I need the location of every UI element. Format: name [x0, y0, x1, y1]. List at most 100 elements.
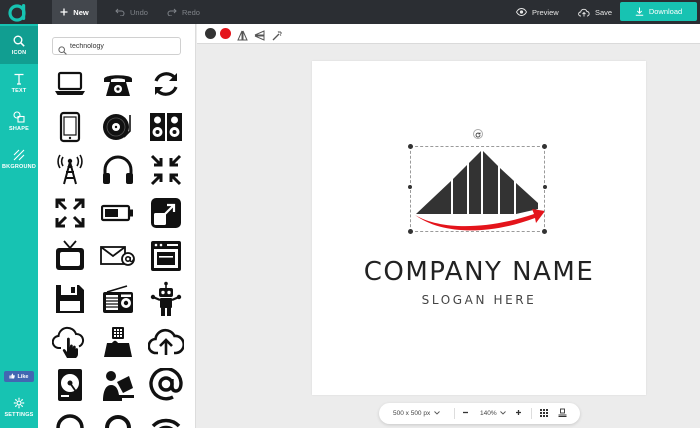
redo-icon	[167, 8, 177, 16]
zoom-in-button[interactable]	[515, 403, 522, 424]
like-label: Like	[17, 373, 29, 380]
resize-handle-bottom-left[interactable]	[408, 229, 413, 234]
search-input[interactable]	[70, 40, 175, 52]
rail-item-background[interactable]: BKGROUND	[0, 140, 38, 178]
bottom-bar: 500 x 500 px 140%	[379, 403, 580, 424]
battery-icon[interactable]	[96, 193, 140, 233]
oven-icon[interactable]	[144, 236, 188, 276]
floppy-disk-icon[interactable]	[48, 279, 92, 319]
shape-icon	[13, 110, 25, 123]
collapse-arrows-icon[interactable]	[144, 150, 188, 190]
save-button[interactable]: Save	[578, 0, 612, 24]
rail-item-text[interactable]: TEXT	[0, 64, 38, 102]
preview-button[interactable]: Preview	[516, 0, 559, 24]
cloud-touch-icon[interactable]	[48, 322, 92, 362]
rail-item-label: SETTINGS	[4, 411, 34, 418]
rail-item-label: SHAPE	[9, 125, 29, 132]
circle-icon[interactable]	[48, 408, 92, 428]
new-button[interactable]: New	[52, 0, 97, 24]
hard-drive-icon[interactable]	[48, 365, 92, 405]
radio-icon[interactable]	[96, 279, 140, 319]
turntable-icon[interactable]	[96, 107, 140, 147]
resize-handle-left[interactable]	[408, 185, 412, 189]
company-name-text[interactable]: COMPANY NAME	[312, 257, 646, 287]
canvas-toolbar	[197, 24, 700, 44]
rail-item-shape[interactable]: SHAPE	[0, 102, 38, 140]
text-icon	[13, 73, 25, 85]
selection-box[interactable]	[408, 144, 547, 234]
retro-tv-icon[interactable]	[48, 236, 92, 276]
plus-icon	[515, 409, 522, 418]
resize-icon[interactable]	[144, 193, 188, 233]
download-icon	[635, 7, 644, 16]
wifi-icon[interactable]	[144, 408, 188, 428]
grid-icon	[540, 408, 548, 419]
speakers-icon[interactable]	[144, 107, 188, 147]
background-icon	[13, 149, 25, 161]
laptop-icon[interactable]	[48, 64, 92, 104]
preview-label: Preview	[532, 7, 559, 17]
search-icon	[58, 42, 67, 60]
zoom-level-label: 140%	[480, 410, 497, 417]
email-icon[interactable]	[96, 236, 140, 276]
person-computer-icon[interactable]	[96, 365, 140, 405]
divider	[531, 408, 532, 419]
signal-tower-icon[interactable]	[48, 150, 92, 190]
zoom-out-button[interactable]	[462, 403, 469, 424]
eye-icon	[516, 8, 527, 16]
cloud-upload-icon	[578, 8, 590, 17]
telephone-icon[interactable]	[96, 64, 140, 104]
refresh-icon[interactable]	[144, 64, 188, 104]
new-label: New	[73, 7, 89, 17]
undo-button[interactable]: Undo	[115, 0, 148, 24]
icon-panel	[38, 24, 196, 428]
keyboard-hand-icon[interactable]	[96, 322, 140, 362]
redo-label: Redo	[182, 7, 200, 17]
left-rail: ICON TEXT SHAPE BKGROUND Like SETTINGS	[0, 24, 38, 428]
resize-handle-right[interactable]	[543, 185, 547, 189]
robot-icon[interactable]	[144, 279, 188, 319]
download-button[interactable]: Download	[620, 2, 697, 21]
align-button[interactable]	[558, 403, 567, 424]
zoom-level-dropdown[interactable]: 140%	[480, 403, 506, 424]
rail-item-label: TEXT	[11, 87, 27, 94]
headphones-icon[interactable]	[96, 150, 140, 190]
undo-icon	[115, 8, 125, 16]
color-swatch-dark[interactable]	[205, 28, 216, 39]
rail-item-settings[interactable]: SETTINGS	[0, 388, 38, 426]
facebook-like-button[interactable]: Like	[4, 371, 34, 382]
canvas-size-label: 500 x 500 px	[393, 410, 431, 417]
rail-item-label: BKGROUND	[2, 163, 36, 170]
divider	[454, 408, 455, 419]
magic-wand-icon[interactable]	[272, 28, 283, 46]
cloud-upload-icon[interactable]	[144, 322, 188, 362]
ring-icon[interactable]	[96, 408, 140, 428]
grid-toggle-button[interactable]	[540, 403, 548, 424]
color-swatch-red[interactable]	[220, 28, 231, 39]
canvas-size-dropdown[interactable]: 500 x 500 px	[393, 403, 441, 424]
expand-arrows-icon[interactable]	[48, 193, 92, 233]
thumbs-up-icon	[9, 373, 16, 381]
rail-item-icon[interactable]: ICON	[0, 26, 38, 64]
flip-horizontal-icon[interactable]	[237, 28, 248, 46]
resize-handle-top-left[interactable]	[408, 144, 413, 149]
undo-label: Undo	[130, 7, 148, 17]
app-logo[interactable]	[6, 1, 32, 23]
download-label: Download	[648, 7, 683, 16]
resize-handle-bottom-right[interactable]	[542, 229, 547, 234]
design-artboard[interactable]: COMPANY NAME SLOGAN HERE	[312, 61, 646, 395]
minus-icon	[462, 409, 469, 418]
at-sign-icon[interactable]	[144, 365, 188, 405]
resize-handle-top-right[interactable]	[542, 144, 547, 149]
icon-search-box[interactable]	[52, 37, 181, 55]
flip-vertical-icon[interactable]	[254, 28, 265, 46]
chevron-down-icon	[499, 410, 506, 417]
slogan-text[interactable]: SLOGAN HERE	[312, 293, 646, 307]
rail-item-label: ICON	[11, 49, 27, 56]
gear-icon	[13, 397, 25, 409]
tablet-icon[interactable]	[48, 107, 92, 147]
save-label: Save	[595, 7, 613, 17]
chevron-down-icon	[434, 410, 441, 417]
rotate-handle[interactable]	[473, 129, 483, 139]
redo-button[interactable]: Redo	[167, 0, 200, 24]
